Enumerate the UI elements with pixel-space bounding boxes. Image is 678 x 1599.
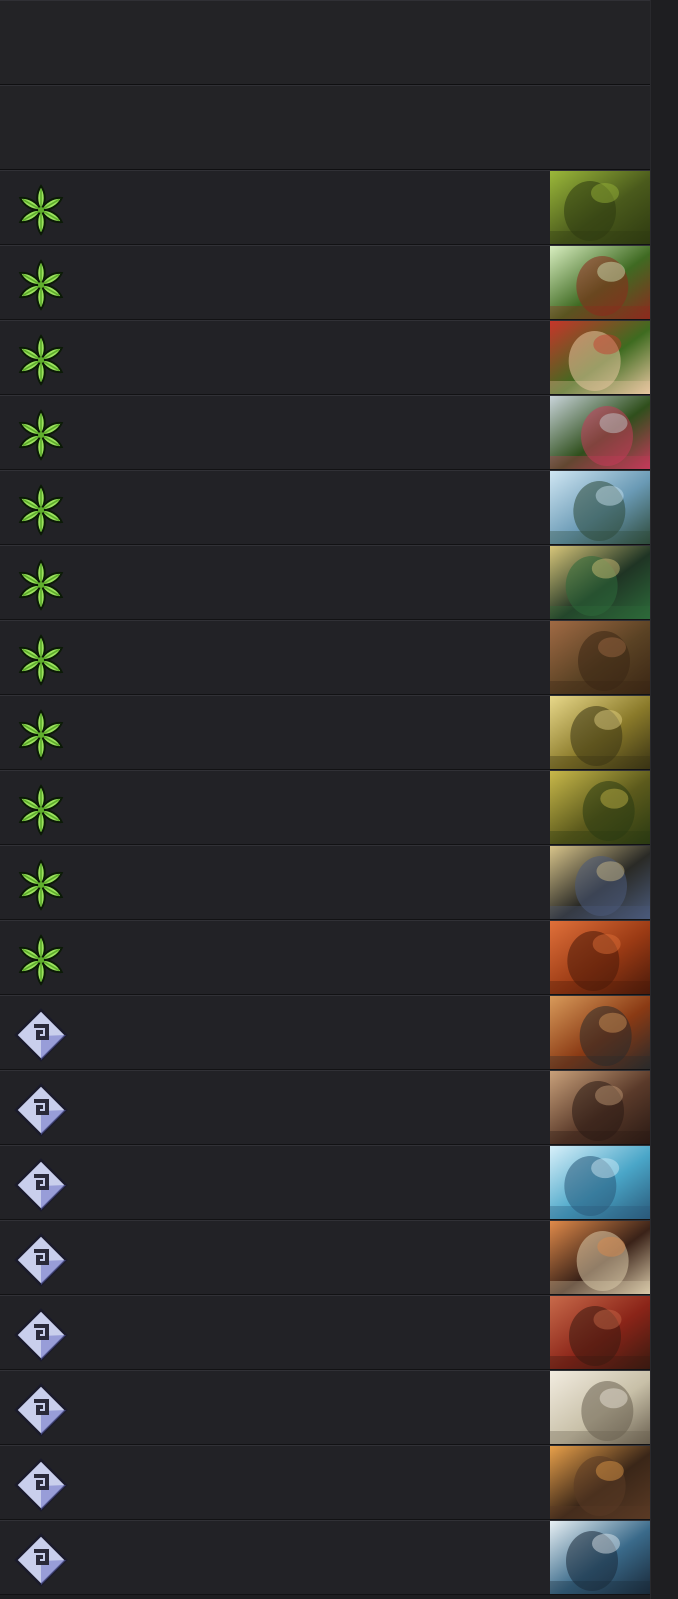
nature-faction-icon xyxy=(14,258,68,312)
card-row[interactable] xyxy=(0,845,678,920)
list-header-row-2 xyxy=(0,85,678,170)
nature-faction-icon xyxy=(14,633,68,687)
control-faction-icon xyxy=(14,1308,68,1362)
card-list xyxy=(0,0,678,1599)
card-art-thumbnail xyxy=(550,1371,650,1444)
nature-faction-icon xyxy=(14,483,68,537)
card-row[interactable] xyxy=(0,170,678,245)
control-faction-icon xyxy=(14,1533,68,1587)
card-art-thumbnail xyxy=(550,1146,650,1219)
nature-faction-icon xyxy=(14,558,68,612)
card-row[interactable] xyxy=(0,245,678,320)
card-row[interactable] xyxy=(0,395,678,470)
card-row[interactable] xyxy=(0,770,678,845)
nature-faction-icon xyxy=(14,708,68,762)
nature-faction-icon xyxy=(14,933,68,987)
card-row[interactable] xyxy=(0,1295,678,1370)
card-art-thumbnail xyxy=(550,921,650,994)
control-faction-icon xyxy=(14,1233,68,1287)
card-art-thumbnail xyxy=(550,621,650,694)
card-row[interactable] xyxy=(0,320,678,395)
nature-faction-icon xyxy=(14,408,68,462)
card-art-thumbnail xyxy=(550,996,650,1069)
control-faction-icon xyxy=(14,1158,68,1212)
card-row[interactable] xyxy=(0,1445,678,1520)
card-art-thumbnail xyxy=(550,771,650,844)
card-art-thumbnail xyxy=(550,696,650,769)
nature-faction-icon xyxy=(14,858,68,912)
card-art-thumbnail xyxy=(550,396,650,469)
nature-faction-icon xyxy=(14,333,68,387)
card-row[interactable] xyxy=(0,1370,678,1445)
card-art-thumbnail xyxy=(550,321,650,394)
card-art-thumbnail xyxy=(550,546,650,619)
control-faction-icon xyxy=(14,1008,68,1062)
card-art-thumbnail xyxy=(550,1521,650,1594)
control-faction-icon xyxy=(14,1458,68,1512)
card-art-thumbnail xyxy=(550,1446,650,1519)
card-row[interactable] xyxy=(0,1220,678,1295)
scrollbar-gutter[interactable] xyxy=(650,0,678,1599)
card-row[interactable] xyxy=(0,545,678,620)
control-faction-icon xyxy=(14,1083,68,1137)
nature-faction-icon xyxy=(14,783,68,837)
card-rows xyxy=(0,170,678,1595)
card-art-thumbnail xyxy=(550,246,650,319)
card-row[interactable] xyxy=(0,1070,678,1145)
card-row[interactable] xyxy=(0,620,678,695)
card-row[interactable] xyxy=(0,995,678,1070)
card-art-thumbnail xyxy=(550,846,650,919)
card-row[interactable] xyxy=(0,1145,678,1220)
card-row[interactable] xyxy=(0,920,678,995)
card-row[interactable] xyxy=(0,1520,678,1595)
card-art-thumbnail xyxy=(550,1071,650,1144)
list-header-row-1 xyxy=(0,0,678,85)
nature-faction-icon xyxy=(14,183,68,237)
card-art-thumbnail xyxy=(550,1221,650,1294)
card-row[interactable] xyxy=(0,470,678,545)
card-row[interactable] xyxy=(0,695,678,770)
card-art-thumbnail xyxy=(550,471,650,544)
control-faction-icon xyxy=(14,1383,68,1437)
card-art-thumbnail xyxy=(550,171,650,244)
card-art-thumbnail xyxy=(550,1296,650,1369)
